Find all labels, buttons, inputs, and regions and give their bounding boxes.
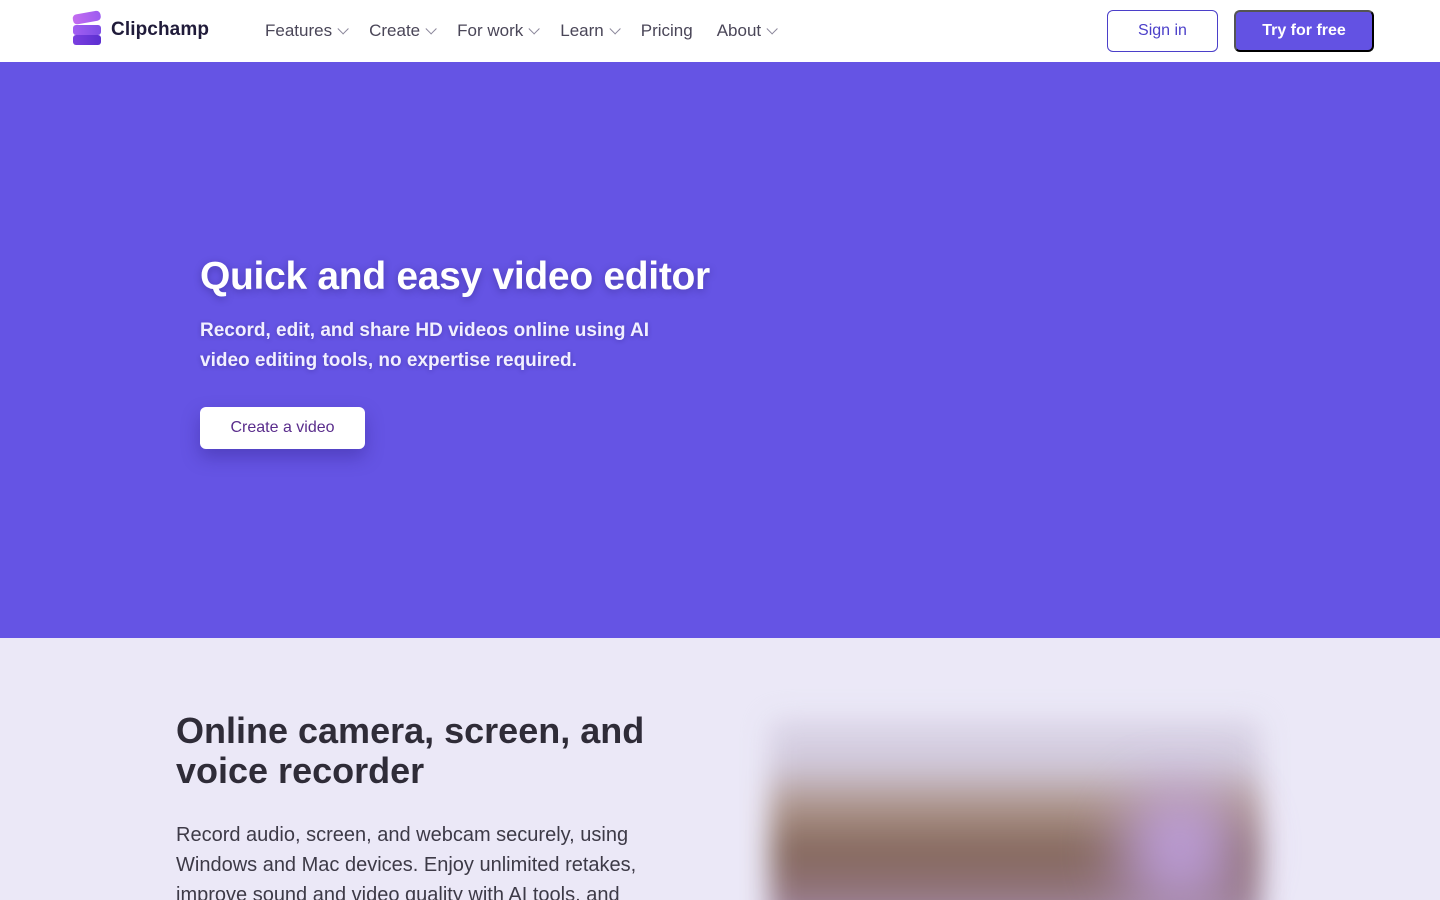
- chevron-down-icon: [528, 23, 541, 35]
- chevron-down-icon: [337, 23, 349, 35]
- hero-subtitle: Record, edit, and share HD videos online…: [200, 320, 650, 371]
- nav-item-label: Features: [265, 21, 333, 40]
- chevron-down-icon: [425, 23, 437, 35]
- hero-section: Quick and easy video editor Record, edit…: [0, 62, 1440, 638]
- clipchamp-logo-icon: [72, 10, 102, 45]
- nav-item-label: Create: [369, 21, 421, 40]
- create-video-button[interactable]: Create a video: [200, 407, 365, 449]
- sign-in-button[interactable]: Sign in: [1107, 10, 1218, 52]
- chevron-down-icon: [766, 23, 778, 35]
- nav-item-about[interactable]: About: [716, 21, 778, 41]
- nav-item-label: For work: [457, 21, 524, 40]
- nav-item-learn[interactable]: Learn: [560, 21, 621, 41]
- main-menu: Features Create For work Learn Pricing A…: [265, 0, 798, 62]
- hero-title: Quick and easy video editor: [200, 255, 710, 298]
- recorder-section: Online camera, screen, and voice recorde…: [0, 638, 1440, 900]
- chevron-down-icon: [609, 23, 621, 35]
- nav-item-features[interactable]: Features: [265, 21, 349, 41]
- recorder-section-body: Record audio, screen, and webcam securel…: [176, 824, 637, 900]
- nav-item-label: Learn: [560, 21, 604, 40]
- nav-item-for-work[interactable]: For work: [457, 21, 541, 41]
- recorder-section-title: Online camera, screen, and voice recorde…: [176, 710, 645, 791]
- brand-home-link[interactable]: Clipchamp: [72, 10, 210, 45]
- nav-item-label: About: [716, 21, 762, 40]
- nav-item-label: Pricing: [640, 21, 693, 40]
- preview-glow-decoration: [1120, 788, 1240, 900]
- nav-item-create[interactable]: Create: [369, 21, 437, 41]
- nav-item-pricing[interactable]: Pricing: [641, 21, 693, 41]
- try-for-free-button[interactable]: Try for free: [1234, 10, 1374, 52]
- brand-name: Clipchamp: [111, 19, 210, 40]
- top-navigation-bar: Clipchamp Features Create For work Learn…: [0, 0, 1440, 62]
